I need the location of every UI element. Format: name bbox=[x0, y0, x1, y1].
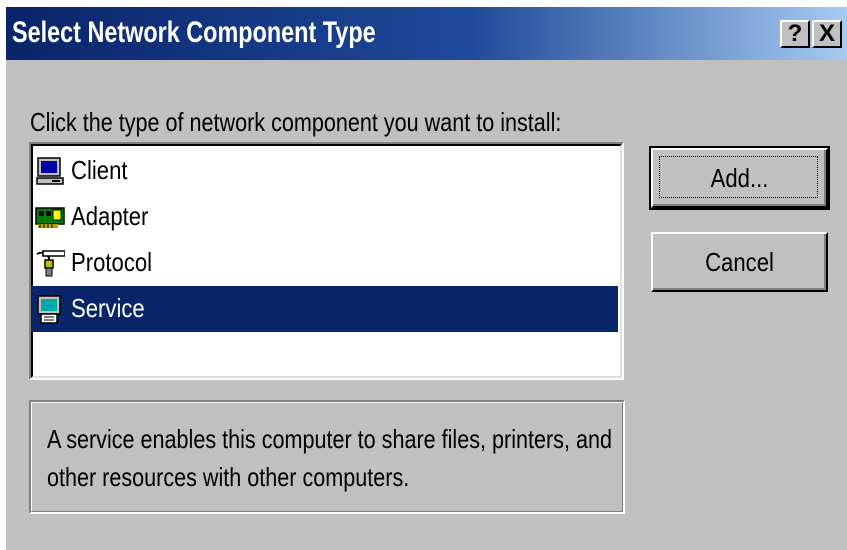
description-text: A service enables this computer to share… bbox=[47, 424, 612, 492]
list-item-label: Client bbox=[71, 155, 128, 185]
component-type-prompt: Click the type of network component you … bbox=[30, 107, 562, 137]
protocol-cable-icon bbox=[36, 250, 65, 277]
component-type-list[interactable]: Client Adapter Protocol Service bbox=[29, 142, 624, 380]
list-item-adapter[interactable]: Adapter bbox=[31, 194, 618, 240]
list-item-client[interactable]: Client bbox=[31, 148, 618, 194]
client-computer-icon bbox=[36, 157, 64, 185]
help-button[interactable]: ? bbox=[780, 20, 810, 48]
add-button-label: Add... bbox=[710, 163, 769, 193]
list-item-protocol[interactable]: Protocol bbox=[31, 240, 618, 286]
help-icon: ? bbox=[787, 20, 803, 47]
title-bar: Select Network Component Type ? X bbox=[6, 7, 847, 60]
cancel-button[interactable]: Cancel bbox=[651, 232, 828, 292]
network-adapter-icon bbox=[35, 207, 65, 228]
list-item-label: Protocol bbox=[71, 247, 153, 277]
dialog-title: Select Network Component Type bbox=[12, 16, 376, 49]
close-icon: X bbox=[818, 20, 835, 47]
list-item-label: Adapter bbox=[71, 201, 149, 231]
add-button[interactable]: Add... bbox=[649, 146, 830, 210]
description-box: A service enables this computer to share… bbox=[29, 400, 625, 514]
cancel-button-label: Cancel bbox=[705, 247, 774, 277]
service-computer-icon bbox=[37, 295, 61, 324]
list-item-label: Service bbox=[71, 293, 145, 323]
close-button[interactable]: X bbox=[812, 20, 842, 48]
list-item-service[interactable]: Service bbox=[31, 286, 618, 332]
